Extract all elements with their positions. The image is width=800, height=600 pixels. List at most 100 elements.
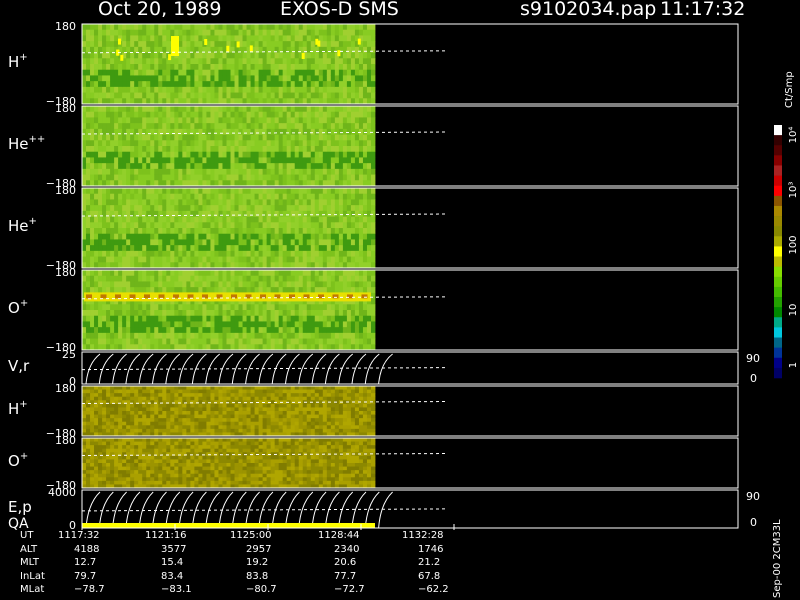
heatmap-cell [306, 321, 312, 328]
heatmap-cell [198, 418, 203, 423]
heatmap-cell [174, 157, 179, 164]
heatmap-cell [150, 228, 155, 235]
heatmap-cell [230, 250, 235, 257]
heatmap-cell [262, 163, 268, 170]
heatmap-cell [346, 41, 352, 48]
heatmap-cell [150, 332, 155, 339]
heatmap-cell [154, 52, 159, 59]
heatmap-cell [202, 315, 207, 322]
heatmap-cell [338, 64, 344, 71]
heatmap-cell [274, 69, 280, 76]
heatmap-cell [214, 111, 219, 118]
heatmap-cell [322, 327, 328, 334]
heatmap-cell [310, 315, 316, 322]
heatmap-cell [282, 86, 288, 93]
heatmap-cell [94, 98, 99, 105]
heatmap-cell [262, 81, 268, 88]
heatmap-cell [194, 275, 199, 282]
heatmap-cell [130, 35, 135, 42]
heatmap-cell [86, 35, 91, 42]
heatmap-cell [358, 134, 364, 141]
heatmap-cell [202, 281, 207, 288]
heatmap-cell [174, 210, 179, 217]
heatmap-cell [198, 321, 203, 328]
panel-2: 180−180He+ [8, 184, 739, 272]
heatmap-cell [306, 418, 312, 423]
heatmap-cell [162, 199, 167, 206]
heatmap-cell [186, 411, 191, 415]
heatmap-cell [150, 396, 155, 401]
heatmap-cell [318, 315, 324, 322]
heatmap-cell [342, 210, 348, 217]
heatmap-cell [206, 180, 211, 187]
heatmap-cell [86, 270, 91, 277]
heatmap-cell [198, 425, 203, 430]
heatmap-cell [322, 134, 328, 141]
heatmap-cell [86, 315, 91, 322]
heatmap-cell [114, 151, 119, 158]
heatmap-cell [294, 35, 300, 42]
heatmap-cell [302, 180, 308, 187]
heatmap-cell [154, 338, 159, 345]
heatmap-cell [126, 29, 131, 36]
heatmap-cell [354, 75, 360, 82]
heatmap-cell [206, 174, 211, 181]
heatmap-cell [186, 344, 191, 351]
heatmap-cell [310, 188, 316, 195]
heatmap-cell [162, 146, 167, 153]
heatmap-cell [322, 86, 328, 93]
heatmap-cell [182, 58, 187, 65]
heatmap-cell [226, 386, 231, 390]
heatmap-cell [158, 86, 163, 93]
heatmap-cell [370, 75, 376, 82]
heatmap-cell [158, 256, 163, 263]
heatmap-cell [350, 146, 356, 153]
heatmap-cell [282, 52, 288, 59]
heatmap-cell [194, 256, 199, 263]
heatmap-cell [258, 389, 264, 394]
heatmap-cell [218, 327, 223, 334]
heatmap-cell [354, 29, 360, 36]
heatmap-cell [290, 344, 296, 351]
heatmap-cell [238, 92, 243, 99]
heatmap-cell [314, 111, 320, 118]
heatmap-cell [158, 81, 163, 88]
heatmap-cell [290, 281, 296, 288]
heatmap-cell [142, 188, 147, 195]
heatmap-cell [230, 24, 235, 31]
heatmap-cell [350, 98, 356, 105]
heatmap-cell [246, 188, 251, 195]
heatmap-cell [302, 287, 308, 294]
heatmap-cell [318, 222, 324, 229]
heatmap-cell [202, 400, 207, 405]
heatmap-cell [262, 327, 268, 334]
heatmap-cell [182, 210, 187, 217]
heatmap-cell [242, 123, 247, 130]
heatmap-cell [162, 239, 167, 246]
heatmap-cell [230, 140, 235, 147]
heatmap-cell [326, 327, 332, 334]
heatmap-cell [346, 157, 352, 164]
heatmap-cell [366, 151, 372, 158]
heatmap-cell [186, 52, 191, 59]
heatmap-cell [194, 245, 199, 252]
heatmap-cell [206, 157, 211, 164]
heatmap-cell [182, 400, 187, 405]
heatmap-cell [334, 69, 340, 76]
heatmap-cell [118, 228, 123, 235]
heatmap-cell [98, 344, 103, 351]
heatmap-cell [358, 287, 364, 294]
heatmap-cell [146, 117, 151, 124]
heatmap-cell [306, 35, 312, 42]
heatmap-cell [266, 157, 272, 164]
heatmap-cell [238, 414, 243, 419]
flux-spot [204, 39, 208, 45]
heatmap-cell [254, 58, 259, 65]
heatmap-cell [238, 262, 243, 269]
heatmap-cell [178, 174, 183, 181]
heatmap-cell [82, 270, 87, 277]
heatmap-cell [194, 304, 199, 311]
heatmap-cell [142, 199, 147, 206]
heatmap-cell [118, 123, 123, 130]
heatmap-cell [102, 168, 107, 175]
